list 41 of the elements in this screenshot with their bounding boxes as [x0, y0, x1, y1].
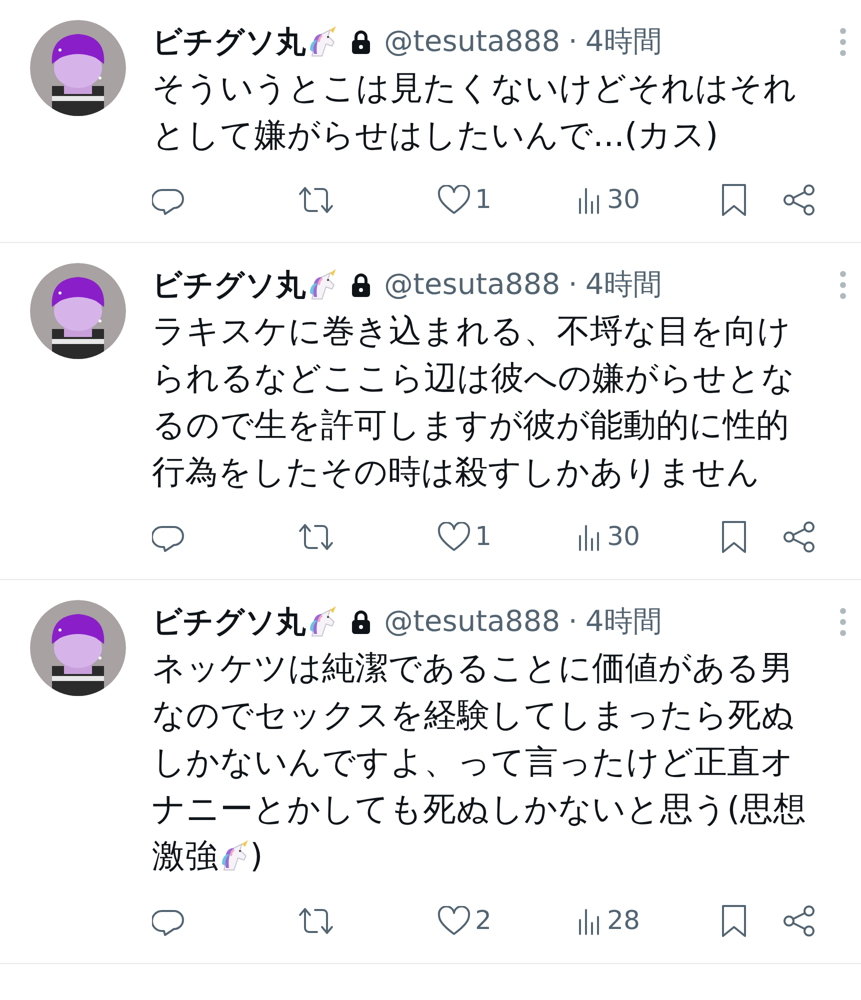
separator-dot: ·: [568, 603, 578, 640]
lock-icon: [350, 610, 372, 634]
user-handle: @tesuta888: [384, 266, 560, 304]
display-name: ビチグソ丸: [152, 604, 306, 642]
lock-icon: [350, 273, 372, 297]
bookmark-icon[interactable]: [720, 904, 748, 938]
retweet-icon[interactable]: [297, 185, 335, 215]
view-count: 30: [607, 184, 640, 216]
like-count: 1: [475, 184, 492, 216]
bookmark-icon[interactable]: [720, 183, 748, 217]
views-icon[interactable]: [577, 186, 601, 214]
bookmark-icon[interactable]: [720, 520, 748, 554]
share-icon[interactable]: [782, 183, 816, 217]
timestamp: 4時間: [585, 266, 662, 304]
display-name: ビチグソ丸: [152, 24, 306, 62]
views-icon[interactable]: [577, 907, 601, 935]
retweet-icon[interactable]: [297, 522, 335, 552]
timestamp: 4時間: [585, 23, 662, 60]
view-count: 28: [607, 904, 640, 938]
tweet-text: ): [250, 835, 263, 877]
tweet-text: そういうとこは見たくないけどそれはそれとして嫌がらせはしたいんで...(カス): [152, 67, 798, 156]
tweet-text: ネッケツは純潔であることに価値がある男なのでセックスを経験してしまったら死ぬしかないんですよ、って言ったけど正直オナニーとかしても死ぬしかないと思う(思想: [152, 647, 806, 830]
lock-icon: [350, 30, 372, 54]
share-icon[interactable]: [782, 904, 816, 938]
heart-icon[interactable]: [437, 906, 471, 936]
separator-dot: ·: [568, 266, 578, 304]
view-count: 30: [607, 520, 640, 554]
tweet-text: ラキスケに巻き込まれる、不埒な目を向けられるなどここら辺は彼への嫌がらせとなるので生を許可しますが彼が能動的に性的行為をしたその時は殺すしかありません: [152, 310, 796, 493]
retweet-icon[interactable]: [297, 906, 335, 936]
like-count: 2: [475, 904, 492, 938]
like-count: 1: [475, 520, 492, 554]
separator-dot: ·: [568, 23, 578, 60]
user-handle: @tesuta888: [384, 603, 560, 640]
user-handle: @tesuta888: [384, 23, 560, 60]
tweet-text: 激強: [152, 835, 218, 877]
views-icon[interactable]: [577, 523, 601, 551]
heart-icon[interactable]: [437, 185, 471, 215]
heart-icon[interactable]: [437, 522, 471, 552]
timestamp: 4時間: [585, 603, 662, 640]
share-icon[interactable]: [782, 520, 816, 554]
display-name: ビチグソ丸: [152, 266, 306, 304]
